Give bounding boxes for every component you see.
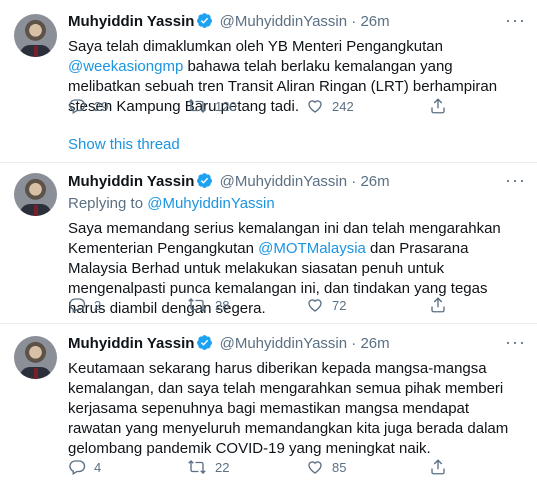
verified-badge-icon (196, 172, 213, 195)
retweet-icon (188, 298, 206, 312)
verified-badge-icon (196, 334, 213, 357)
author-name[interactable]: Muhyiddin Yassin (68, 335, 194, 352)
timestamp[interactable]: 26m (360, 173, 389, 190)
share-icon (431, 297, 445, 313)
like-count: 72 (332, 298, 347, 313)
like-button[interactable]: 72 (306, 296, 346, 316)
more-icon[interactable]: ··· (505, 333, 525, 355)
author-handle[interactable]: @MuhyiddinYassin (220, 335, 348, 352)
timestamp[interactable]: 26m (360, 13, 389, 30)
avatar[interactable] (14, 173, 57, 216)
avatar[interactable] (14, 14, 57, 57)
tweet[interactable]: Muhyiddin Yassin @MuhyiddinYassin · 26m … (0, 323, 537, 486)
retweet-button[interactable]: 28 (187, 296, 229, 316)
reply-icon (69, 298, 86, 313)
share-button[interactable] (429, 296, 455, 316)
heart-icon (308, 100, 322, 113)
tweet-text: Keutamaan sekarang harus diberikan kepad… (68, 360, 509, 457)
separator-dot: · (351, 335, 357, 352)
more-icon[interactable]: ··· (505, 11, 525, 33)
tweet[interactable]: Muhyiddin Yassin @MuhyiddinYassin · 26m … (0, 0, 537, 162)
avatar[interactable] (14, 336, 57, 379)
tweet-header: Muhyiddin Yassin @MuhyiddinYassin · 26m (68, 172, 525, 192)
retweet-icon (188, 460, 206, 474)
like-button[interactable]: 85 (306, 458, 346, 478)
tweet-header: Muhyiddin Yassin @MuhyiddinYassin · 26m (68, 12, 525, 32)
tweet[interactable]: Muhyiddin Yassin @MuhyiddinYassin · 26m … (0, 162, 537, 323)
reply-button[interactable]: 4 (68, 458, 101, 478)
reply-button[interactable]: 29 (68, 97, 108, 117)
show-thread-link[interactable]: Show this thread (68, 136, 180, 153)
author-handle[interactable]: @MuhyiddinYassin (220, 13, 348, 30)
reply-button[interactable]: 2 (68, 296, 101, 316)
retweet-button[interactable]: 22 (187, 458, 229, 478)
reply-icon (69, 99, 86, 114)
reply-count: 29 (94, 99, 109, 114)
like-count: 85 (332, 460, 347, 475)
reply-icon (69, 460, 86, 475)
share-icon (431, 98, 445, 114)
share-icon (431, 459, 445, 475)
retweet-count: 28 (215, 298, 230, 313)
reply-to-handle[interactable]: @MuhyiddinYassin (147, 195, 275, 212)
share-button[interactable] (429, 458, 455, 478)
retweet-button[interactable]: 120 (187, 97, 237, 117)
retweet-icon (188, 99, 206, 113)
reply-count: 2 (94, 298, 102, 313)
heart-icon (308, 461, 322, 474)
share-button[interactable] (429, 97, 455, 117)
verified-badge-icon (196, 12, 213, 35)
reply-count: 4 (94, 460, 102, 475)
timestamp[interactable]: 26m (360, 335, 389, 352)
mention-link[interactable]: @weekasiongmp (68, 58, 183, 75)
separator-dot: · (351, 13, 357, 30)
separator-dot: · (351, 173, 357, 190)
replying-to: Replying to @MuhyiddinYassin (68, 195, 275, 212)
more-icon[interactable]: ··· (505, 171, 525, 193)
mention-link[interactable]: @MOTMalaysia (258, 240, 366, 257)
retweet-count: 120 (215, 99, 237, 114)
heart-icon (308, 299, 322, 312)
author-handle[interactable]: @MuhyiddinYassin (220, 173, 348, 190)
author-name[interactable]: Muhyiddin Yassin (68, 13, 194, 30)
like-count: 242 (332, 99, 354, 114)
retweet-count: 22 (215, 460, 230, 475)
like-button[interactable]: 242 (306, 97, 354, 117)
tweet-header: Muhyiddin Yassin @MuhyiddinYassin · 26m (68, 334, 525, 354)
author-name[interactable]: Muhyiddin Yassin (68, 173, 194, 190)
